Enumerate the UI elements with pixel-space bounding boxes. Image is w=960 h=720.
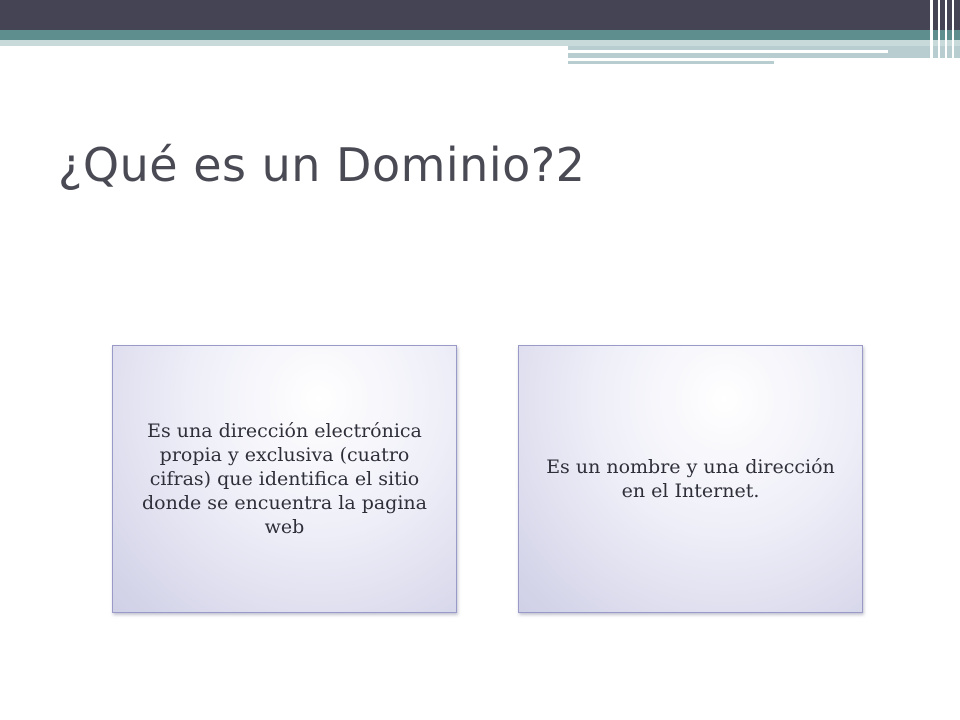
text-box-left: Es una dirección electrónica propia y ex… (112, 345, 457, 613)
text-box-right: Es un nombre y una dirección en el Inter… (518, 345, 863, 613)
header-stripe-highlight (568, 50, 888, 53)
header-vertical-line (945, 0, 947, 64)
header-vertical-line (938, 0, 940, 64)
header-band-teal (0, 30, 960, 40)
text-box-right-content: Es un nombre y una dirección en el Inter… (546, 456, 835, 502)
slide: ¿Qué es un Dominio?2 Es una dirección el… (0, 0, 960, 720)
header-vertical-line (930, 0, 933, 64)
header-stripe-highlight (568, 58, 774, 61)
header-band-dark (0, 0, 960, 30)
header-vertical-line (952, 0, 954, 64)
slide-title: ¿Qué es un Dominio?2 (58, 138, 586, 192)
text-box-left-content: Es una dirección electrónica propia y ex… (142, 420, 427, 538)
